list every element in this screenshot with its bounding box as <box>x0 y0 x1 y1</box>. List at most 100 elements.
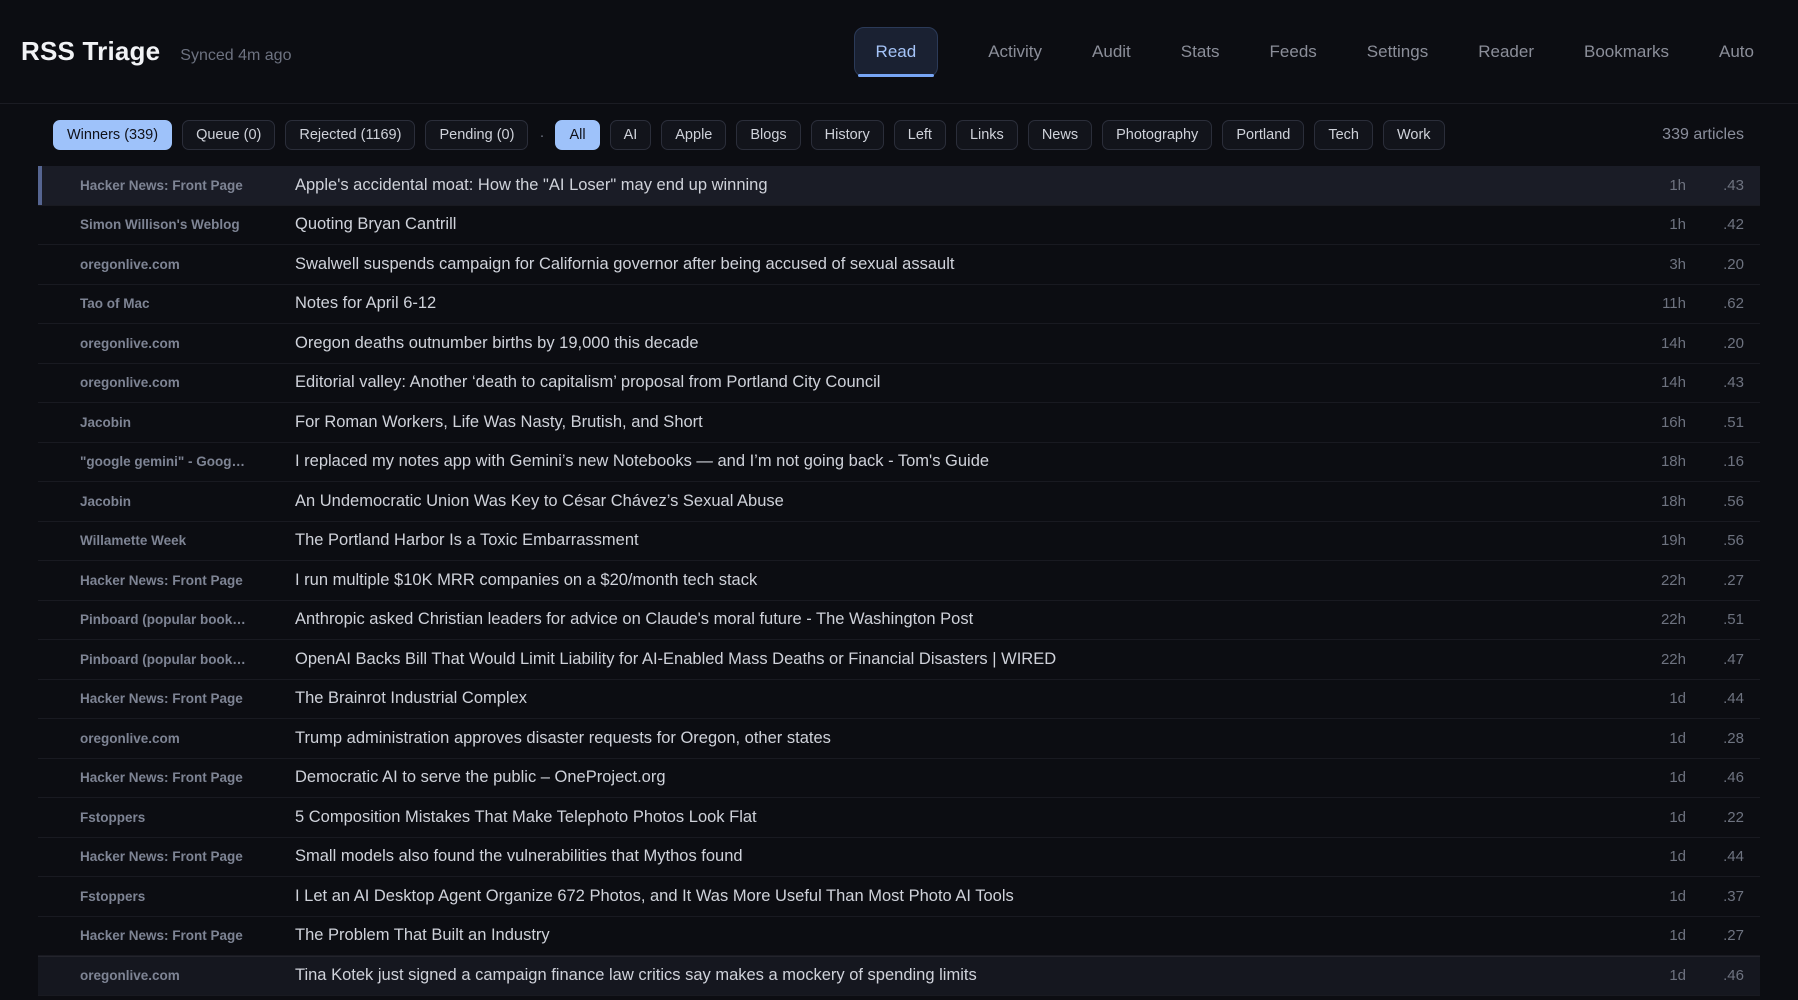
article-count: 339 articles <box>1662 126 1744 144</box>
tag-chip-work[interactable]: Work <box>1383 120 1445 150</box>
tag-chip-blogs[interactable]: Blogs <box>736 120 800 150</box>
article-row[interactable]: Hacker News: Front Page Apple's accident… <box>38 166 1760 206</box>
article-time: 1d <box>1596 927 1686 944</box>
article-title: Anthropic asked Christian leaders for ad… <box>295 610 1596 629</box>
nav-tab-feeds[interactable]: Feeds <box>1270 42 1317 62</box>
brand: RSS Triage Synced 4m ago <box>21 36 291 67</box>
article-score: .44 <box>1686 848 1744 865</box>
article-row[interactable]: Jacobin For Roman Workers, Life Was Nast… <box>38 403 1760 443</box>
article-title: Trump administration approves disaster r… <box>295 729 1596 748</box>
article-title: Swalwell suspends campaign for Californi… <box>295 255 1596 274</box>
nav-tab-read[interactable]: Read <box>854 27 939 77</box>
article-list: Hacker News: Front Page Apple's accident… <box>38 166 1760 996</box>
nav-tab-activity[interactable]: Activity <box>988 42 1042 62</box>
article-source: Fstoppers <box>80 810 295 825</box>
tag-chip-all[interactable]: All <box>555 120 599 150</box>
article-source: oregonlive.com <box>80 336 295 351</box>
nav-tab-bookmarks[interactable]: Bookmarks <box>1584 42 1669 62</box>
tag-chip-tech[interactable]: Tech <box>1314 120 1373 150</box>
article-score: .51 <box>1686 414 1744 431</box>
article-score: .43 <box>1686 374 1744 391</box>
tag-filter-group: All AI Apple Blogs History Left Links News Photo… <box>555 120 1444 150</box>
article-row[interactable]: Fstoppers I Let an AI Desktop Agent Orga… <box>38 877 1760 917</box>
triage-chip-rejected-1169[interactable]: Rejected (1169) <box>285 120 415 150</box>
article-time: 1d <box>1596 769 1686 786</box>
article-time: 19h <box>1596 532 1686 549</box>
article-title: Small models also found the vulnerabilit… <box>295 847 1596 866</box>
article-row[interactable]: Hacker News: Front Page Democratic AI to… <box>38 759 1760 799</box>
article-source: Hacker News: Front Page <box>80 573 295 588</box>
article-row[interactable]: oregonlive.com Swalwell suspends campaig… <box>38 245 1760 285</box>
article-source: Willamette Week <box>80 533 295 548</box>
article-row[interactable]: oregonlive.com Tina Kotek just signed a … <box>38 956 1760 996</box>
nav-tab-audit[interactable]: Audit <box>1092 42 1131 62</box>
article-score: .56 <box>1686 493 1744 510</box>
article-row[interactable]: oregonlive.com Editorial valley: Another… <box>38 364 1760 404</box>
tag-chip-news[interactable]: News <box>1028 120 1092 150</box>
article-row[interactable]: oregonlive.com Oregon deaths outnumber b… <box>38 324 1760 364</box>
article-source: Hacker News: Front Page <box>80 770 295 785</box>
article-score: .28 <box>1686 730 1744 747</box>
article-row[interactable]: Simon Willison's Weblog Quoting Bryan Ca… <box>38 206 1760 246</box>
article-time: 22h <box>1596 651 1686 668</box>
article-score: .22 <box>1686 809 1744 826</box>
tag-chip-history[interactable]: History <box>811 120 884 150</box>
article-title: The Brainrot Industrial Complex <box>295 689 1596 708</box>
article-time: 18h <box>1596 453 1686 470</box>
article-score: .27 <box>1686 572 1744 589</box>
tag-chip-portland[interactable]: Portland <box>1222 120 1304 150</box>
nav-tab-reader[interactable]: Reader <box>1478 42 1534 62</box>
article-title: Apple's accidental moat: How the "AI Los… <box>295 176 1596 195</box>
article-row[interactable]: Hacker News: Front Page The Problem That… <box>38 917 1760 957</box>
article-score: .46 <box>1686 967 1744 984</box>
article-time: 22h <box>1596 611 1686 628</box>
article-row[interactable]: Jacobin An Undemocratic Union Was Key to… <box>38 482 1760 522</box>
app-title: RSS Triage <box>21 36 160 67</box>
article-title: The Problem That Built an Industry <box>295 926 1596 945</box>
article-row[interactable]: Pinboard (popular book… OpenAI Backs Bil… <box>38 640 1760 680</box>
article-title: An Undemocratic Union Was Key to César C… <box>295 492 1596 511</box>
article-row[interactable]: Pinboard (popular book… Anthropic asked … <box>38 601 1760 641</box>
article-source: Hacker News: Front Page <box>80 691 295 706</box>
article-row[interactable]: Tao of Mac Notes for April 6-12 11h .62 <box>38 285 1760 325</box>
article-source: Hacker News: Front Page <box>80 928 295 943</box>
article-row[interactable]: Hacker News: Front Page The Brainrot Ind… <box>38 680 1760 720</box>
triage-chip-pending-0[interactable]: Pending (0) <box>425 120 528 150</box>
article-time: 1d <box>1596 730 1686 747</box>
article-score: .51 <box>1686 611 1744 628</box>
main-nav: Read Activity Audit Stats Feeds Settings Reade… <box>854 0 1754 103</box>
triage-filter-group: Winners (339) Queue (0) Rejected (1169) Pen… <box>53 120 528 150</box>
article-title: I replaced my notes app with Gemini’s ne… <box>295 452 1596 471</box>
app-header: RSS Triage Synced 4m ago Read Activity Aud… <box>0 0 1798 104</box>
article-row[interactable]: Willamette Week The Portland Harbor Is a… <box>38 522 1760 562</box>
article-score: .46 <box>1686 769 1744 786</box>
article-time: 1h <box>1596 177 1686 194</box>
article-source: Simon Willison's Weblog <box>80 217 295 232</box>
article-source: oregonlive.com <box>80 257 295 272</box>
tag-chip-ai[interactable]: AI <box>610 120 652 150</box>
article-row[interactable]: Hacker News: Front Page Small models als… <box>38 838 1760 878</box>
article-source: oregonlive.com <box>80 731 295 746</box>
tag-chip-links[interactable]: Links <box>956 120 1018 150</box>
nav-tab-auto[interactable]: Auto <box>1719 42 1754 62</box>
nav-tab-settings[interactable]: Settings <box>1367 42 1428 62</box>
article-source: oregonlive.com <box>80 968 295 983</box>
article-source: Pinboard (popular book… <box>80 612 295 627</box>
sync-status: Synced 4m ago <box>180 47 291 65</box>
article-row[interactable]: Fstoppers 5 Composition Mistakes That Ma… <box>38 798 1760 838</box>
article-row[interactable]: "google gemini" - Goog… I replaced my no… <box>38 443 1760 483</box>
triage-chip-winners-339[interactable]: Winners (339) <box>53 120 172 150</box>
triage-chip-queue-0[interactable]: Queue (0) <box>182 120 275 150</box>
article-row[interactable]: oregonlive.com Trump administration appr… <box>38 719 1760 759</box>
article-score: .20 <box>1686 256 1744 273</box>
article-time: 1d <box>1596 690 1686 707</box>
nav-tab-stats[interactable]: Stats <box>1181 42 1220 62</box>
article-row[interactable]: Hacker News: Front Page I run multiple $… <box>38 561 1760 601</box>
tag-chip-left[interactable]: Left <box>894 120 946 150</box>
article-score: .43 <box>1686 177 1744 194</box>
tag-chip-apple[interactable]: Apple <box>661 120 726 150</box>
tag-chip-photography[interactable]: Photography <box>1102 120 1212 150</box>
article-score: .16 <box>1686 453 1744 470</box>
article-time: 1d <box>1596 967 1686 984</box>
article-time: 18h <box>1596 493 1686 510</box>
